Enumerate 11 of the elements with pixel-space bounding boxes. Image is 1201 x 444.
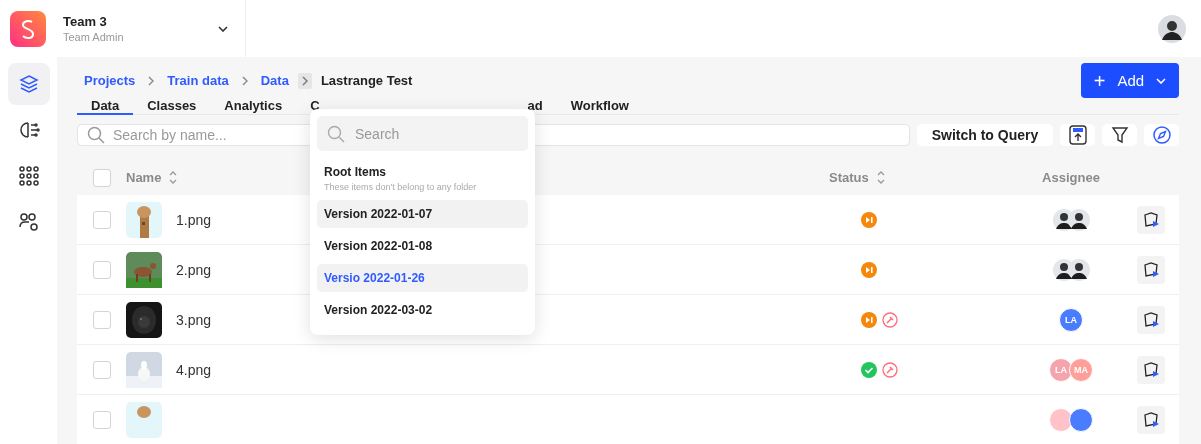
avatar: LA [1059, 307, 1083, 332]
avatar: MA [1069, 357, 1093, 382]
file-name: 1.png [176, 211, 212, 228]
file-name: 4.png [176, 361, 212, 378]
file-name: 2.png [176, 261, 212, 278]
team-role: Team Admin [63, 31, 125, 43]
team-name: Team 3 [63, 14, 108, 29]
breadcrumb-current: Lastrange Test [320, 73, 413, 88]
avatar: LA [1049, 357, 1073, 382]
column-header: Assignee [1042, 170, 1100, 185]
file-name: 3.png [176, 311, 212, 328]
